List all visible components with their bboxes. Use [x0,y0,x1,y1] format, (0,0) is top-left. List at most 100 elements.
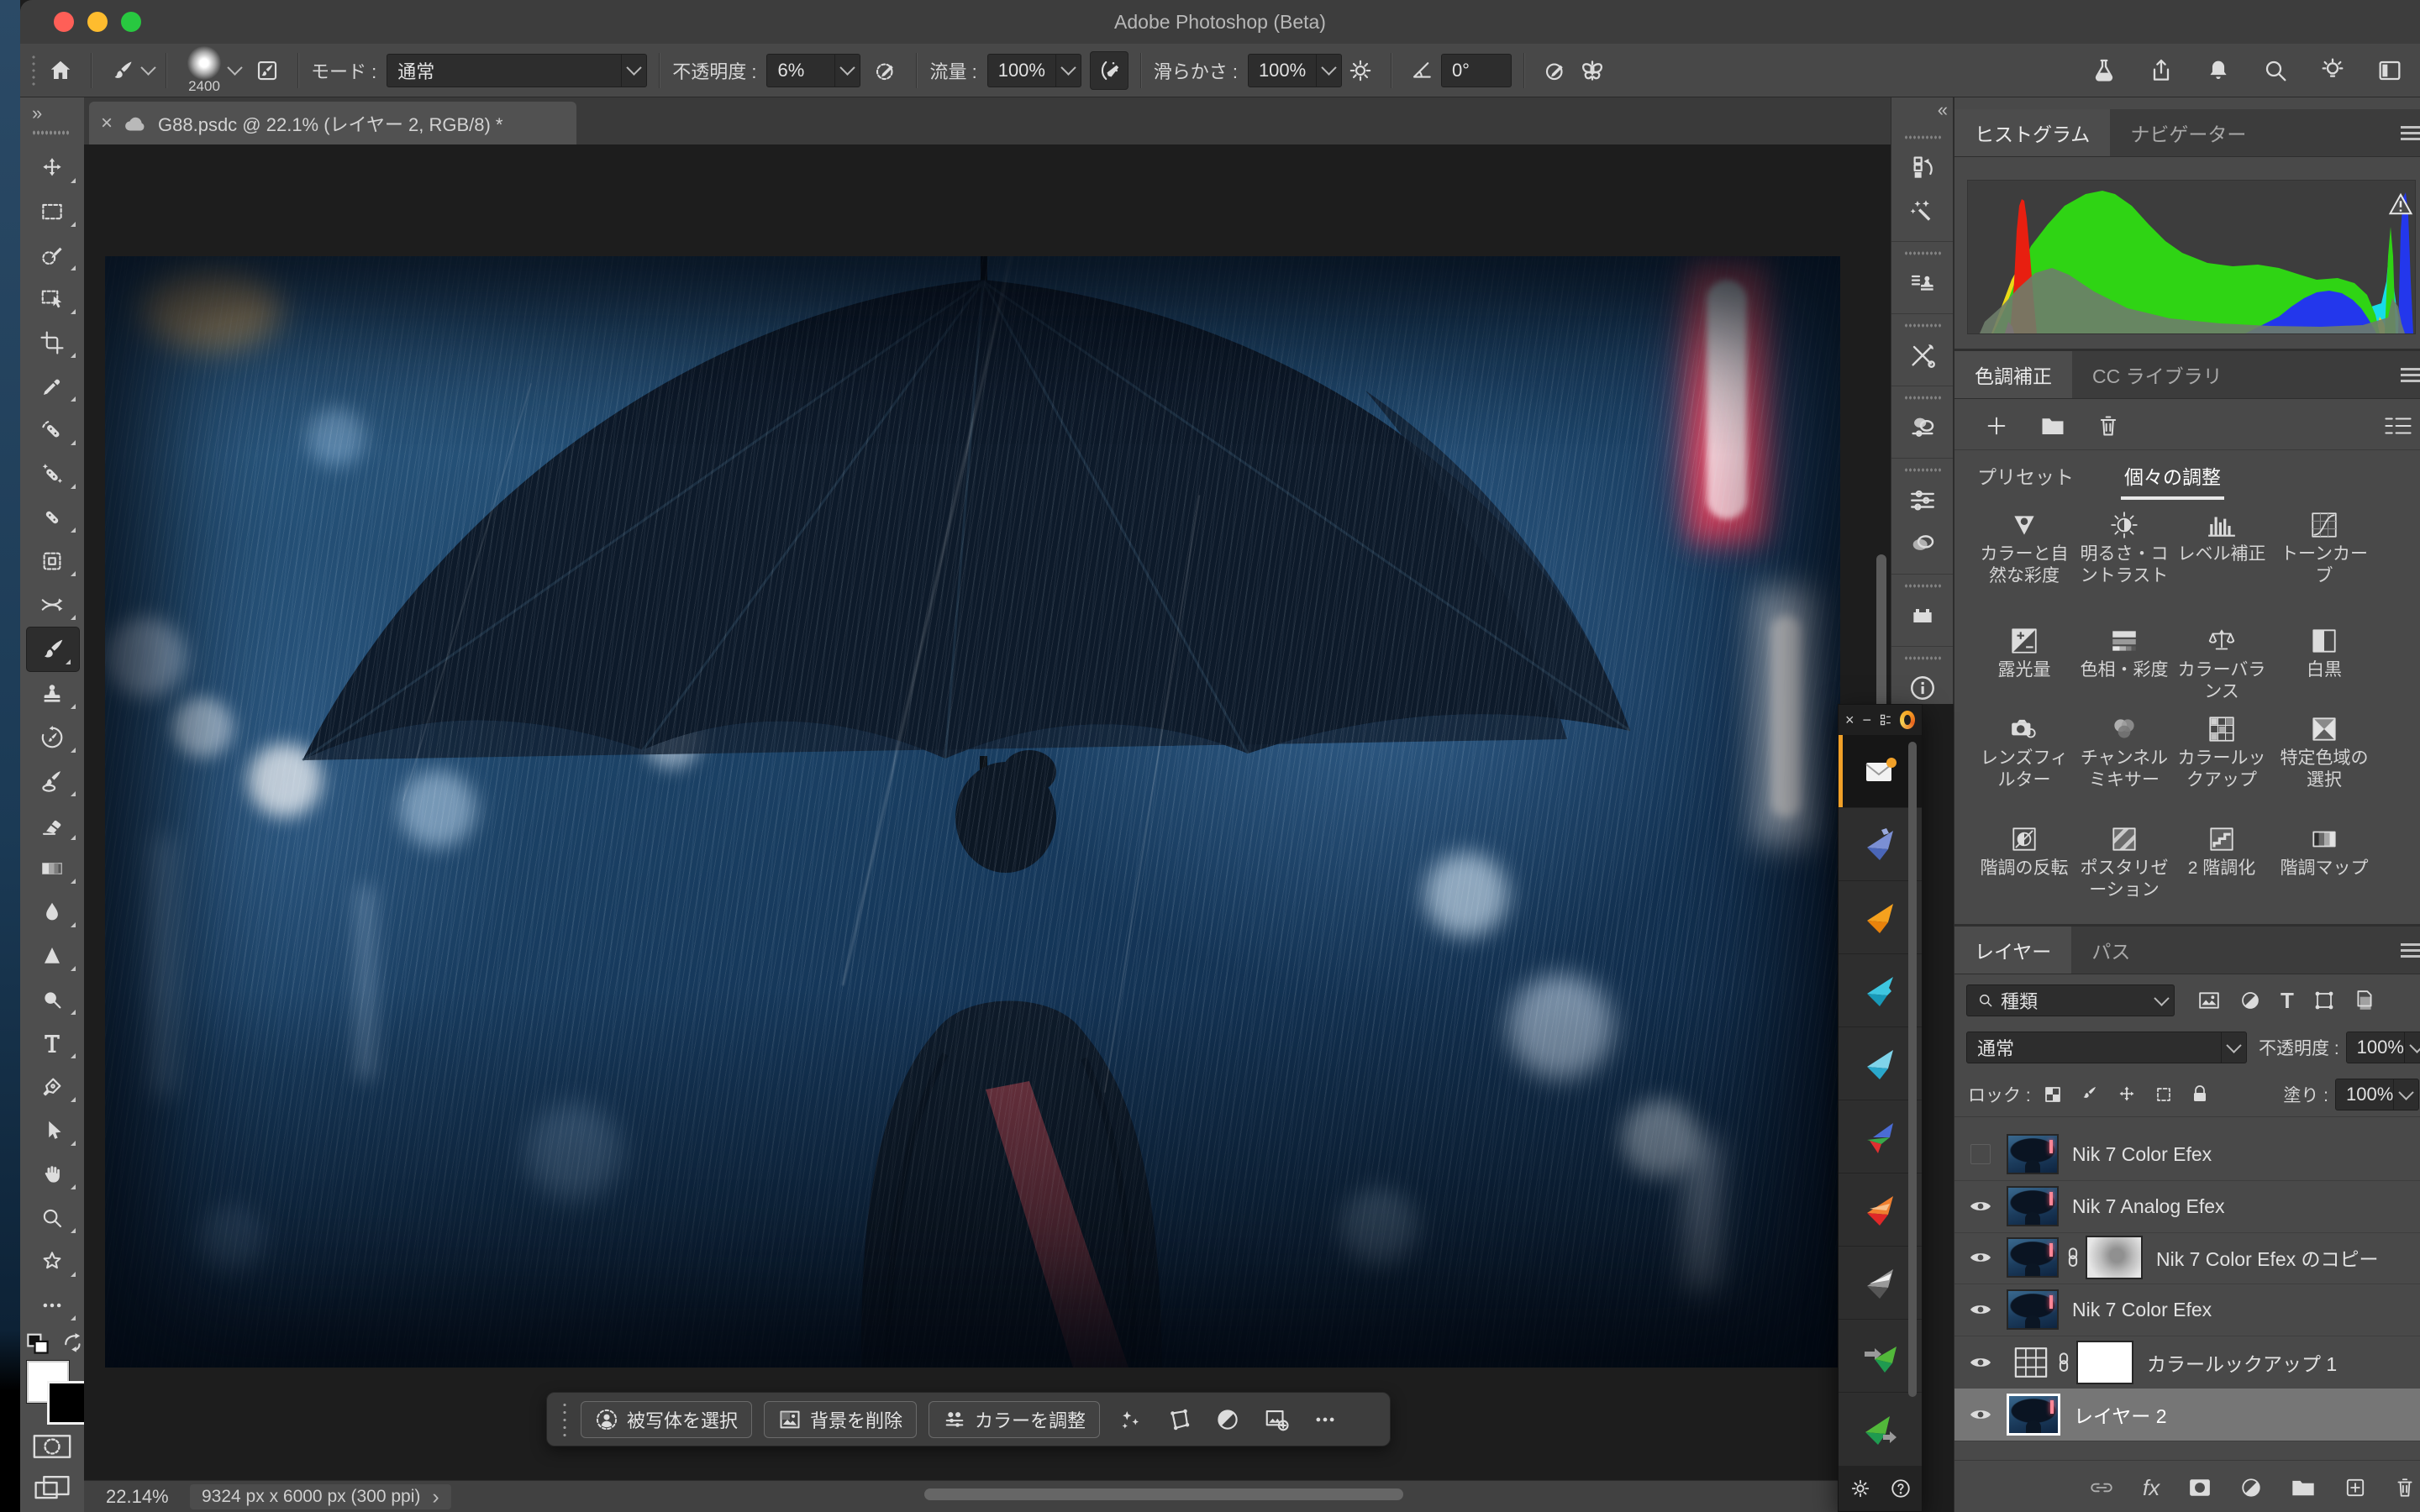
dodge-tool[interactable] [20,978,84,1021]
lock-artboard-icon[interactable] [2154,1084,2174,1105]
adjustment-selective-color[interactable]: 特定色域の選択 [2274,711,2375,791]
dock-grip[interactable] [1904,250,1941,256]
new-layer-icon[interactable] [2344,1477,2366,1499]
tab-navigator[interactable]: ナビゲーター [2110,109,2266,156]
tab-paths[interactable]: パス [2071,927,2150,974]
layer-filter-select[interactable]: 種類 [1966,984,2175,1016]
layer-mask-thumbnail[interactable] [2086,1236,2143,1279]
layer-visibility-toggle[interactable] [1954,1407,2007,1422]
brush-preset-chevron-icon[interactable] [140,60,155,75]
shape-tool[interactable] [20,1240,84,1284]
layer-name[interactable]: カラールックアップ 1 [2147,1348,2337,1377]
adjustment-curves[interactable]: トーンカーブ [2274,507,2375,587]
layer-name[interactable]: レイヤー 2 [2074,1400,2167,1429]
layer-row[interactable]: Nik 7 Color Efex [1954,1128,2420,1181]
nik-output-sharpener-item[interactable] [1839,1393,1922,1465]
layer-style-fx-icon[interactable]: fx [2143,1475,2160,1501]
zoom-tool[interactable] [20,1196,84,1240]
selection-brush-tool[interactable] [20,234,84,277]
link-layers-icon[interactable] [2089,1478,2114,1498]
screen-mode-button[interactable] [32,1473,72,1504]
adjustment-gradient-map[interactable]: 階調マップ [2274,821,2375,879]
tool-presets-panel-icon[interactable] [1891,333,1953,377]
layer-blend-mode-select[interactable]: 通常 [1966,1032,2247,1063]
layer-name[interactable]: Nik 7 Color Efex [2072,1143,2212,1166]
close-document-icon[interactable]: × [101,112,113,135]
filter-shape-icon[interactable] [2314,990,2334,1011]
beta-flask-icon[interactable] [2086,52,2123,89]
document-dimensions-chip[interactable]: 9324 px x 6000 px (300 ppi) › [190,1484,451,1509]
adjustment-color-vibrance[interactable]: カラーと自然な彩度 [1974,507,2075,587]
properties-panel-icon[interactable] [1891,478,1953,522]
spot-healing-brush-tool[interactable] [20,408,84,452]
history-brush-tool[interactable] [20,716,84,759]
content-aware-move-tool[interactable] [20,583,84,627]
sharpen-tool[interactable] [20,934,84,978]
layer-row[interactable]: カラールックアップ 1 [1954,1336,2420,1389]
nik-settings-icon[interactable] [1880,712,1891,727]
layer-name[interactable]: Nik 7 Color Efex [2072,1299,2212,1321]
eyedropper-tool[interactable] [20,365,84,408]
horizontal-scrollbar[interactable] [924,1488,1403,1500]
airbrush-toggle-icon[interactable] [1090,51,1128,90]
layer-thumbnail[interactable] [2007,1394,2060,1436]
add-adjustment-icon[interactable] [1985,414,2008,438]
tab-layers[interactable]: レイヤー [1954,927,2071,974]
eraser-tool[interactable] [20,803,84,847]
home-button[interactable] [42,52,79,89]
lock-pixels-icon[interactable] [2080,1084,2100,1105]
filter-adjustment-icon[interactable] [2240,990,2260,1011]
layer-visibility-toggle[interactable] [1954,1199,2007,1214]
brush-picker-chevron-icon[interactable] [227,60,242,75]
adjust-colors-button[interactable]: カラーを調整 [929,1401,1100,1438]
nik-minimize-icon[interactable]: − [1863,712,1872,727]
adjustment-levels[interactable]: レベル補正 [2171,507,2272,565]
adjustment-invert[interactable]: 階調の反転 [1974,821,2075,879]
panel-menu-icon[interactable] [2401,365,2420,386]
blend-mode-select[interactable]: 通常 [387,54,647,87]
delete-layer-trash-icon[interactable] [2395,1477,2415,1499]
layer-thumbnail[interactable] [2007,1134,2059,1174]
layer-visibility-toggle[interactable] [1954,1144,2007,1164]
move-tool[interactable] [20,146,84,190]
subtab-single-adjustments[interactable]: 個々の調整 [2124,461,2221,495]
adjustment-brightness-contrast[interactable]: 明るさ・コントラスト [2074,507,2175,587]
remove-background-button[interactable]: 背景を削除 [764,1401,917,1438]
layer-name[interactable]: Nik 7 Analog Efex [2072,1195,2225,1218]
mask-link-icon[interactable] [2065,1247,2081,1268]
brush-angle-input[interactable]: 0° [1441,54,1512,87]
crop-tool[interactable] [20,321,84,365]
path-selection-tool[interactable] [20,1109,84,1152]
adjustment-channel-mixer[interactable]: チャンネルミキサー [2074,711,2175,791]
adjustment-exposure[interactable]: 露光量 [1974,622,2075,681]
search-icon[interactable] [2257,52,2294,89]
panel-menu-icon[interactable] [2401,940,2420,961]
toggle-brush-settings-icon[interactable] [249,52,286,89]
adjustment-photo-filter[interactable]: レンズフィルター [1974,711,2075,791]
brush-preview[interactable]: 2400 [181,46,228,95]
symmetry-butterfly-icon[interactable] [1574,52,1611,89]
lock-transparency-icon[interactable] [2043,1084,2063,1105]
dock-grip[interactable] [1904,467,1941,473]
folder-icon[interactable] [2040,414,2065,438]
new-group-folder-icon[interactable] [2291,1478,2316,1498]
channels-panel-icon[interactable] [1891,522,1953,565]
layer-thumbnail[interactable] [2007,1289,2059,1330]
new-adjustment-layer-icon[interactable] [2240,1477,2262,1499]
history-panel-icon[interactable] [1891,145,1953,189]
dock-grip[interactable] [1904,395,1941,401]
layer-thumbnail[interactable] [2007,1237,2059,1278]
expand-panels-chevron-icon[interactable]: « [1938,99,1946,121]
lock-position-icon[interactable] [2117,1084,2137,1105]
patch-tool[interactable] [20,539,84,583]
mixer-brush-tool[interactable] [20,759,84,803]
subtab-presets[interactable]: プリセット [1977,461,2074,495]
dock-grip[interactable] [1904,323,1941,328]
share-icon[interactable] [2143,52,2180,89]
default-colors-icon[interactable] [25,1332,54,1357]
workspace-panel-icon[interactable] [2371,52,2408,89]
layer-visibility-toggle[interactable] [1954,1355,2007,1370]
tab-cc-libraries[interactable]: CC ライブラリ [2072,351,2243,398]
histogram-warning-icon[interactable] [2388,192,2413,216]
adjustment-posterize[interactable]: ポスタリゼーション [2074,821,2175,901]
